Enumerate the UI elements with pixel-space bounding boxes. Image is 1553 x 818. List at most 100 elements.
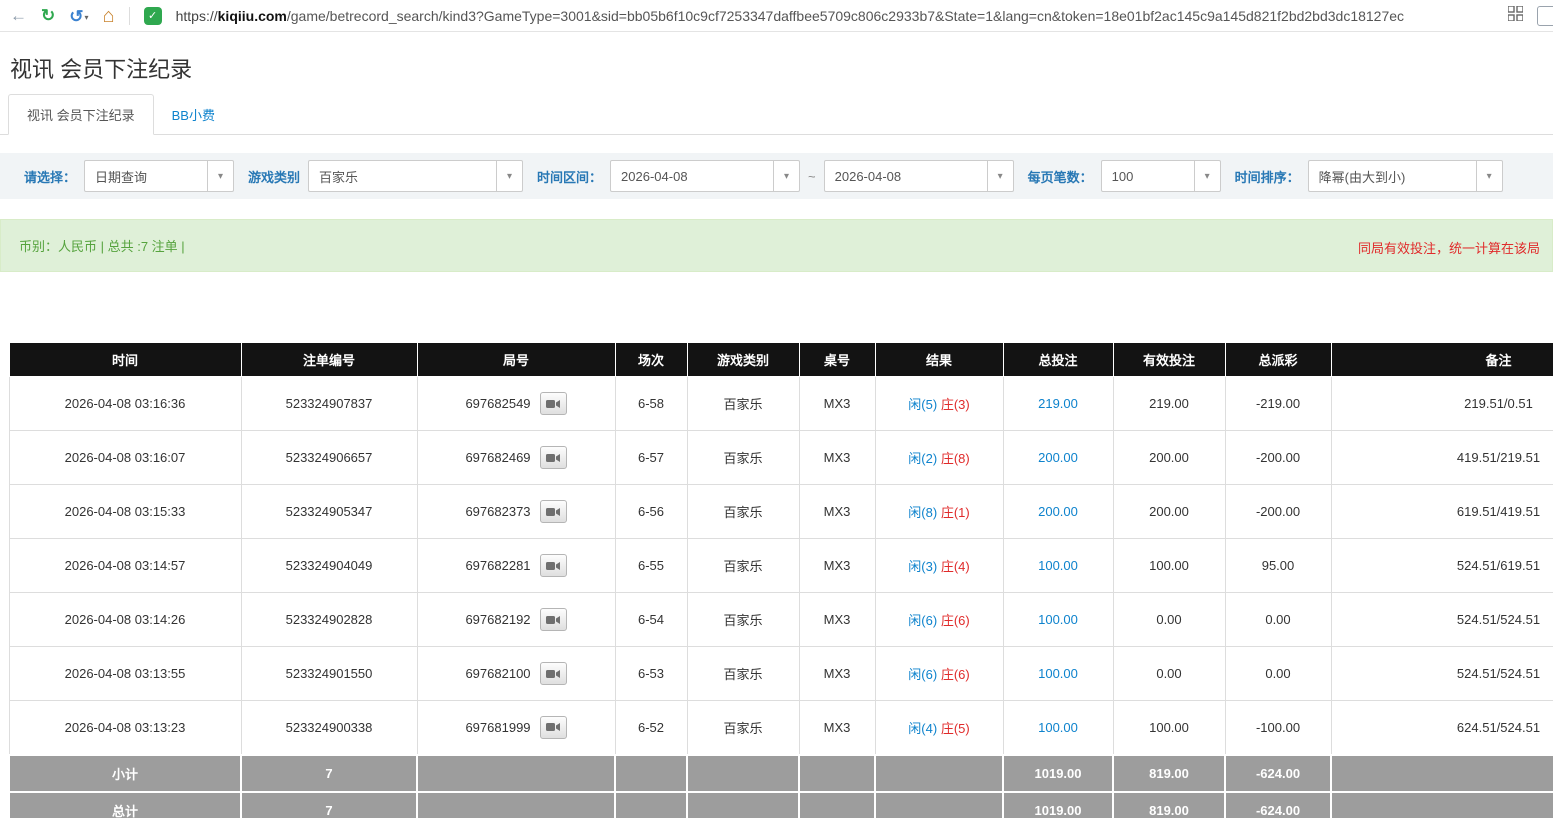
chevron-down-icon[interactable]	[85, 7, 89, 25]
back-icon[interactable]	[10, 7, 27, 24]
table-row: 2026-04-08 03:13:55523324901550697682100…	[9, 647, 1553, 701]
cell-time: 2026-04-08 03:15:33	[9, 485, 241, 539]
cell-session: 6-58	[615, 377, 687, 431]
footer-empty	[615, 792, 687, 818]
table-row: 2026-04-08 03:16:07523324906657697682469…	[9, 431, 1553, 485]
total-bet-link[interactable]: 200.00	[1038, 450, 1078, 465]
cell-valid-bet: 100.00	[1113, 539, 1225, 593]
date-range-tilde: ~	[808, 169, 816, 184]
valid-bet-notice: 同局有效投注，统一计算在该局	[1358, 238, 1540, 257]
total-bet-link[interactable]: 100.00	[1038, 720, 1078, 735]
video-replay-button[interactable]	[540, 716, 567, 739]
video-replay-button[interactable]	[540, 608, 567, 631]
cell-valid-bet: 200.00	[1113, 485, 1225, 539]
cell-payout: 0.00	[1225, 593, 1331, 647]
query-type-select[interactable]: 日期查询	[84, 160, 234, 192]
header-cell: 备注	[1331, 343, 1553, 377]
video-replay-button[interactable]	[540, 392, 567, 415]
cell-total-bet: 100.00	[1003, 539, 1113, 593]
cell-total-bet: 100.00	[1003, 593, 1113, 647]
cell-round: 697682549	[417, 377, 615, 431]
round-wrap: 697682469	[418, 446, 615, 469]
chevron-down-icon[interactable]	[496, 161, 522, 191]
cell-time: 2026-04-08 03:13:55	[9, 647, 241, 701]
cell-session: 6-54	[615, 593, 687, 647]
round-number: 697682373	[465, 504, 530, 519]
date-from-select[interactable]: 2026-04-08	[610, 160, 800, 192]
game-type-select[interactable]: 百家乐	[308, 160, 523, 192]
table-row: 2026-04-08 03:13:23523324900338697681999…	[9, 701, 1553, 755]
total-bet-link[interactable]: 219.00	[1038, 396, 1078, 411]
tab-bet-records[interactable]: 视讯 会员下注纪录	[8, 94, 154, 135]
toolbar-divider	[129, 7, 130, 25]
address-bar[interactable]: https://kiqiiu.com/game/betrecord_search…	[176, 8, 1494, 24]
game-type-value: 百家乐	[309, 167, 368, 186]
extensions-grid-icon[interactable]	[1508, 6, 1523, 26]
video-replay-button[interactable]	[540, 662, 567, 685]
refresh-icon[interactable]	[41, 7, 55, 24]
table-header: 时间注单编号局号场次游戏类别桌号结果总投注有效投注总派彩备注	[9, 343, 1553, 377]
cell-session: 6-55	[615, 539, 687, 593]
cell-round: 697682281	[417, 539, 615, 593]
tab-bb-tips[interactable]: BB小费	[154, 95, 233, 134]
cell-valid-bet: 0.00	[1113, 593, 1225, 647]
total-bet-link[interactable]: 100.00	[1038, 666, 1078, 681]
result-player: 闲(6)	[908, 613, 937, 628]
time-range-label: 时间区间：	[537, 167, 602, 186]
result-banker: 庄(1)	[941, 505, 970, 520]
page-size-select[interactable]: 100	[1101, 160, 1221, 192]
video-replay-button[interactable]	[540, 500, 567, 523]
cell-payout: -200.00	[1225, 485, 1331, 539]
cell-result: 闲(6) 庄(6)	[875, 647, 1003, 701]
tab-bar: 视讯 会员下注纪录 BB小费	[0, 98, 1553, 135]
total-bet-link[interactable]: 100.00	[1038, 558, 1078, 573]
cell-remark: 419.51/219.51	[1331, 431, 1553, 485]
cell-result: 闲(5) 庄(3)	[875, 377, 1003, 431]
query-type-label: 请选择：	[24, 167, 76, 186]
cell-total-bet: 200.00	[1003, 485, 1113, 539]
round-wrap: 697682281	[418, 554, 615, 577]
result-player: 闲(2)	[908, 451, 937, 466]
cell-round: 697681999	[417, 701, 615, 755]
header-cell: 有效投注	[1113, 343, 1225, 377]
home-icon[interactable]	[103, 6, 115, 26]
cell-remark: 524.51/524.51	[1331, 647, 1553, 701]
footer-empty	[687, 755, 799, 792]
footer-empty	[687, 792, 799, 818]
video-replay-button[interactable]	[540, 446, 567, 469]
undo-icon	[69, 8, 83, 25]
chevron-down-icon[interactable]	[773, 161, 799, 191]
round-number: 697682192	[465, 612, 530, 627]
cell-game-type: 百家乐	[687, 431, 799, 485]
round-number: 697682281	[465, 558, 530, 573]
total-bet-link[interactable]: 200.00	[1038, 504, 1078, 519]
chevron-down-icon[interactable]	[1476, 161, 1502, 191]
chevron-down-icon[interactable]	[1194, 161, 1220, 191]
cell-bet-id: 523324901550	[241, 647, 417, 701]
footer-label: 小计	[9, 755, 241, 792]
result-banker: 庄(3)	[941, 397, 970, 412]
header-cell: 场次	[615, 343, 687, 377]
sort-order-select[interactable]: 降幂(由大到小)	[1308, 160, 1503, 192]
chevron-down-icon[interactable]	[207, 161, 233, 191]
undo-button[interactable]	[69, 7, 88, 25]
footer-empty	[875, 755, 1003, 792]
date-from-value: 2026-04-08	[611, 169, 698, 184]
more-tools-icon[interactable]	[1537, 6, 1553, 26]
result-player: 闲(4)	[908, 721, 937, 736]
footer-empty	[1331, 755, 1553, 792]
total-bet-link[interactable]: 100.00	[1038, 612, 1078, 627]
chevron-down-icon[interactable]	[987, 161, 1013, 191]
cell-remark: 524.51/619.51	[1331, 539, 1553, 593]
cell-round: 697682469	[417, 431, 615, 485]
footer-empty	[417, 792, 615, 818]
round-wrap: 697681999	[418, 716, 615, 739]
cell-round: 697682100	[417, 647, 615, 701]
video-replay-button[interactable]	[540, 554, 567, 577]
game-type-label: 游戏类别	[248, 167, 300, 186]
cell-round: 697682373	[417, 485, 615, 539]
cell-bet-id: 523324902828	[241, 593, 417, 647]
cell-total-bet: 100.00	[1003, 701, 1113, 755]
date-to-select[interactable]: 2026-04-08	[824, 160, 1014, 192]
header-cell: 游戏类别	[687, 343, 799, 377]
